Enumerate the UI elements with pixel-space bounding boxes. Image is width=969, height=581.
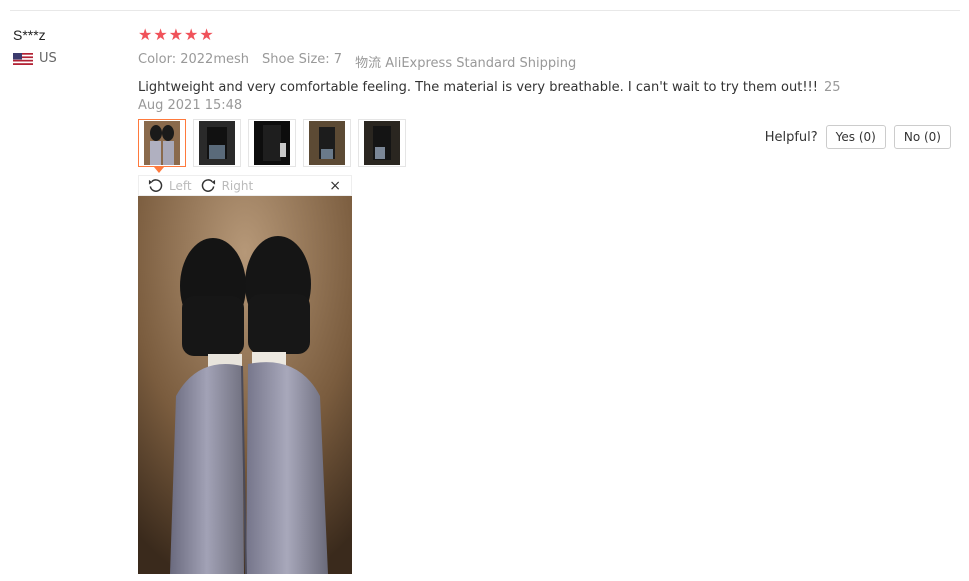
- active-thumbnail-indicator: [154, 167, 164, 173]
- thumbnail-4[interactable]: [303, 119, 351, 167]
- star-icon: ★: [168, 25, 184, 44]
- reviewer-country: US: [13, 51, 57, 66]
- attribute-color: Color: 2022mesh: [138, 52, 249, 67]
- rotate-right-label: Right: [221, 178, 254, 193]
- photo-thumbnails: [138, 119, 406, 167]
- reviewer-name: S***z: [13, 27, 46, 43]
- helpful-section: Helpful? Yes (0) No (0): [765, 125, 951, 149]
- photo-thumbnail-image: [144, 121, 180, 165]
- review-attributes: Color: 2022mesh Shoe Size: 7 物流 AliExpre…: [138, 52, 958, 71]
- thumbnail-1[interactable]: [138, 119, 186, 167]
- helpful-label: Helpful?: [764, 129, 818, 145]
- star-icon: ★: [153, 25, 168, 44]
- image-viewer-toolbar: Left Right ×: [138, 175, 352, 196]
- review-text: Lightweight and very comfortable feeling…: [138, 80, 818, 95]
- rotate-left-label: Left: [169, 178, 192, 193]
- enlarged-review-photo[interactable]: [138, 196, 352, 574]
- us-flag-icon: [13, 52, 33, 65]
- rotate-right-icon: [201, 179, 215, 192]
- review-content: Lightweight and very comfortable feeling…: [138, 79, 858, 115]
- photo-thumbnail-image: [254, 121, 290, 165]
- top-divider: [10, 10, 960, 11]
- helpful-no-button[interactable]: No (0): [893, 125, 951, 149]
- helpful-yes-button[interactable]: Yes (0): [825, 125, 886, 149]
- photo-thumbnail-image: [309, 121, 345, 165]
- rotate-right-button[interactable]: Right: [201, 178, 254, 193]
- country-label: US: [39, 51, 57, 66]
- attribute-shoe-size: Shoe Size: 7: [262, 52, 343, 67]
- photo-thumbnail-image: [364, 121, 400, 165]
- rotate-left-button[interactable]: Left: [148, 178, 192, 193]
- reviewer-info: S***z US: [13, 27, 57, 66]
- star-icon: ★: [199, 25, 214, 44]
- photo-thumbnail-image: [199, 121, 235, 165]
- rotate-left-icon: [148, 179, 163, 192]
- thumbnail-2[interactable]: [193, 119, 241, 167]
- star-rating: ★ ★ ★ ★ ★: [138, 27, 958, 43]
- star-icon: ★: [138, 25, 153, 44]
- star-icon: ★: [184, 25, 199, 44]
- review-body: ★ ★ ★ ★ ★ Color: 2022mesh Shoe Size: 7 物…: [138, 27, 958, 115]
- thumbnail-5[interactable]: [358, 119, 406, 167]
- attribute-shipping: 物流 AliExpress Standard Shipping: [355, 56, 577, 71]
- thumbnail-3[interactable]: [248, 119, 296, 167]
- close-viewer-button[interactable]: ×: [329, 178, 341, 194]
